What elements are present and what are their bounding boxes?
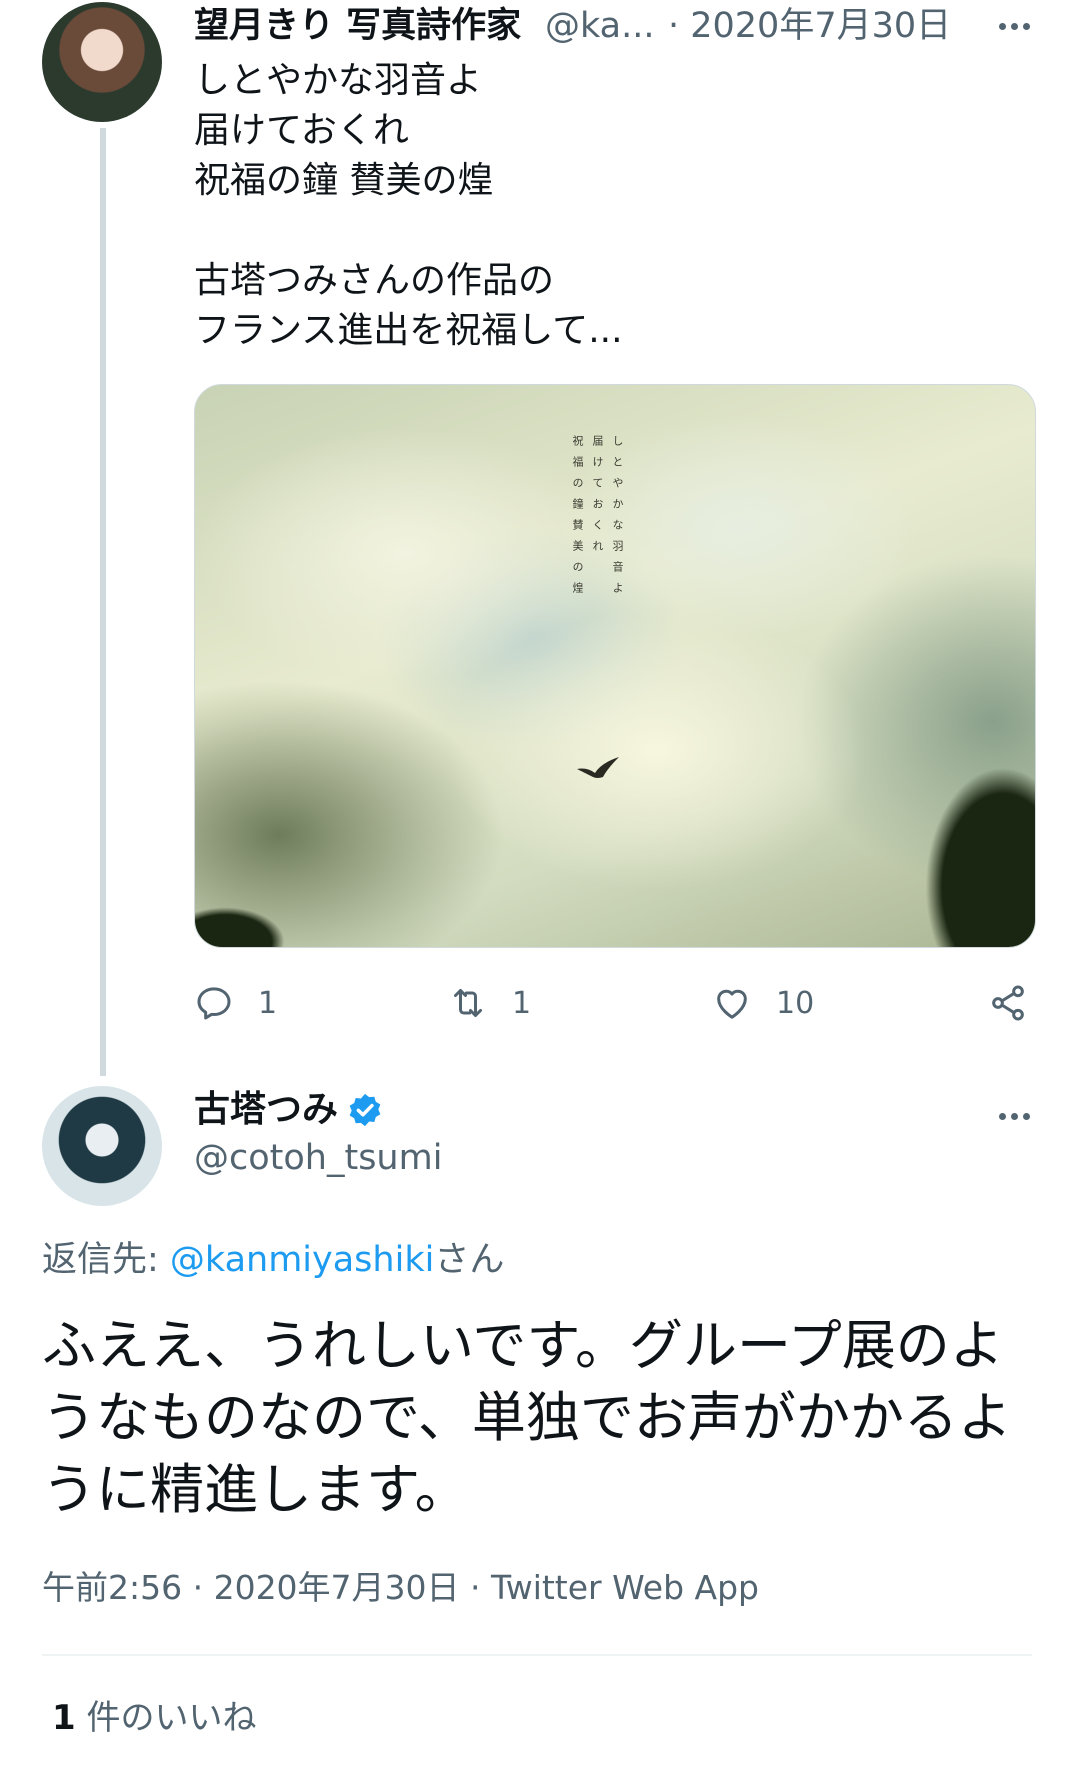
avatar[interactable]	[42, 1086, 162, 1206]
tweet-text: ふええ、うれしいです。グループ展のようなものなので、単独でお声がかかるように精進…	[42, 1314, 1012, 1521]
reply-mention-link[interactable]: @kanmiyashiki	[170, 1240, 434, 1280]
image-poem-line: しとやかな羽音よ	[611, 435, 624, 603]
likes-count: 1	[52, 1698, 76, 1738]
likes-summary[interactable]: 1 件のいいね	[52, 1694, 256, 1742]
more-options-button[interactable]	[992, 4, 1036, 48]
tweet-date[interactable]: · 2020年7月30日	[668, 4, 951, 48]
reply-icon	[197, 987, 231, 1020]
reply-button[interactable]: 1	[194, 981, 277, 1025]
thread-connector-line	[100, 128, 106, 1076]
likes-label: 件のいいね	[75, 1698, 257, 1738]
retweet-count: 1	[512, 985, 532, 1021]
replying-to: 返信先: @kanmiyashikiさん	[42, 1236, 504, 1284]
verified-badge-icon	[349, 1093, 381, 1127]
image-poem-line: 届けておくれ	[591, 435, 604, 561]
divider	[42, 1654, 1032, 1656]
replying-to-label: 返信先:	[42, 1240, 170, 1280]
tweet-text: しとやかな羽音よ 届けておくれ 祝福の鐘 賛美の煌 古塔つみさんの作品の フラン…	[194, 60, 623, 351]
retweet-icon	[454, 989, 482, 1017]
more-icon	[998, 22, 1006, 30]
tweet-author-name[interactable]: 古塔つみ	[194, 1086, 338, 1134]
tweet-author-name[interactable]: 望月きり 写真詩作家	[194, 4, 521, 48]
like-icon	[717, 989, 747, 1019]
like-button[interactable]: 10	[712, 981, 814, 1025]
tweet-photo[interactable]: しとやかな羽音よ 届けておくれ 祝福の鐘賛美の煌	[194, 384, 1036, 948]
tree-silhouette	[925, 767, 1035, 947]
share-button[interactable]	[988, 981, 1028, 1025]
avatar[interactable]	[42, 2, 162, 122]
tweet-author-handle[interactable]: @ka...	[545, 4, 654, 48]
bird-silhouette	[577, 757, 619, 778]
like-count: 10	[776, 985, 815, 1021]
image-poem-line: 祝福の鐘賛美の煌	[571, 435, 584, 603]
tweet-timestamp-source[interactable]: 午前2:56 · 2020年7月30日 · Twitter Web App	[42, 1564, 759, 1612]
tweet-author-name-row[interactable]: 古塔つみ	[194, 1086, 384, 1134]
more-icon	[998, 1112, 1006, 1120]
share-icon	[992, 985, 1024, 1021]
more-options-button[interactable]	[992, 1094, 1036, 1138]
replying-to-suffix: さん	[434, 1240, 505, 1280]
tree-silhouette	[195, 907, 285, 947]
tweet-author-handle[interactable]: @cotoh_tsumi	[194, 1134, 442, 1182]
reply-count: 1	[258, 985, 278, 1021]
retweet-button[interactable]: 1	[448, 981, 531, 1025]
